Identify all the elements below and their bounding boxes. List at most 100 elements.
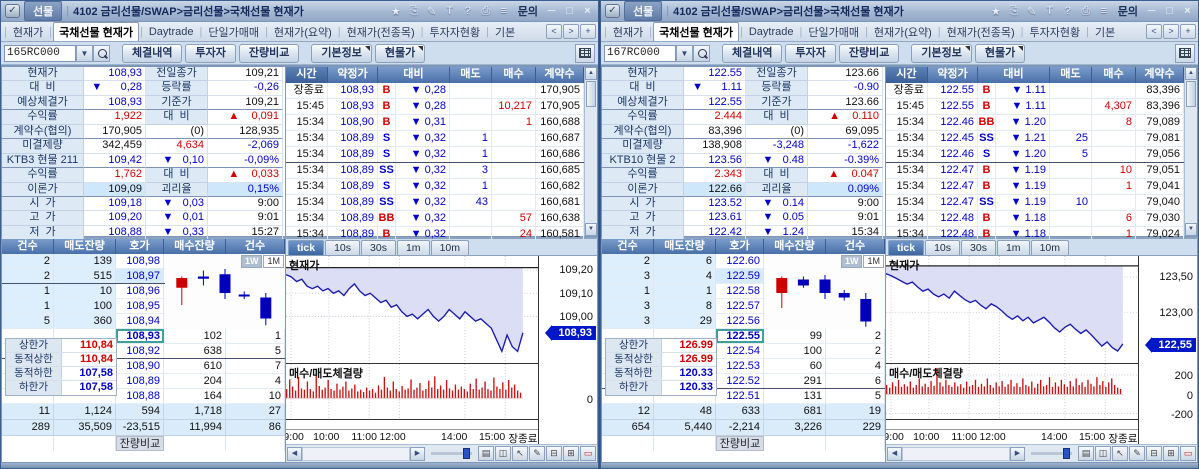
zoom-slider-thumb[interactable] [463,448,470,459]
trade-history-button[interactable]: 체결내역 [122,43,183,63]
list-icon[interactable]: ≡ [1097,5,1111,18]
chart-interval-tab[interactable]: 30s [961,240,996,255]
tab-daytrade[interactable]: Daytrade [744,25,799,39]
tns-row[interactable]: 15:34 122.47 B ▼ 1.19 10 79,051 [886,163,1184,179]
edit-icon[interactable]: ✎ [1025,5,1039,18]
chart-interval-tab[interactable]: 1m [396,240,430,255]
tns-row[interactable]: 15:34 108,89 SS ▼ 0,32 43 160,681 [286,195,584,211]
chart-comment-icon[interactable]: ◫ [1095,446,1111,461]
zoom-out-icon[interactable]: ⊟ [546,446,562,461]
help-icon[interactable]: ? [1061,5,1075,18]
chart-draw-icon[interactable]: ✎ [529,446,545,461]
mini-candle-chart[interactable]: 1W 1M [765,254,885,329]
chart-crosshair-icon[interactable]: ↖ [1112,446,1128,461]
chart-interval-tab[interactable]: 10m [1030,240,1069,255]
tab-all-symbols[interactable]: 현재가(전종목) [342,23,420,41]
tab-daytrade[interactable]: Daytrade [144,25,199,39]
maximize-button[interactable]: □ [563,5,576,17]
tns-row[interactable]: 15:34 122.47 B ▼ 1.19 1 79,041 [886,179,1184,195]
chart-scrollbar[interactable]: ◀ ▶ ▤ ◫ ↖ ✎ ⊟ ⊞ ▭ [886,444,1197,462]
tab-single-price[interactable]: 단일가매매 [803,23,864,41]
favorite-star-icon[interactable]: ★ [989,5,1003,18]
mini-candle-chart[interactable]: 1W 1M [165,254,285,329]
edit-icon[interactable]: ✎ [425,5,439,18]
zoom-in-icon[interactable]: ⊞ [563,446,579,461]
scroll-down-icon[interactable]: ▼ [585,223,597,236]
depth-compare-button[interactable]: 잔량비교 [838,43,900,63]
chart-comment-icon[interactable]: ◫ [495,446,511,461]
help-icon[interactable]: ? [461,5,475,18]
tns-row[interactable]: 15:34 122.47 SS ▼ 1.19 10 79,040 [886,195,1184,211]
volume-chart[interactable]: 매수/매도체결량 [886,364,1138,420]
chart-interval-tab[interactable]: tick [888,240,925,255]
symbol-code-input[interactable] [4,44,76,62]
print-icon[interactable]: ⎙ [479,5,493,18]
close-button[interactable]: × [581,5,594,17]
tab-current-price[interactable]: 현재가 [8,23,48,41]
scroll-thumb[interactable] [586,81,596,107]
tab-all-symbols[interactable]: 현재가(전종목) [942,23,1020,41]
symbol-dropdown-icon[interactable]: ▼ [76,44,93,62]
scroll-right-icon[interactable]: ▶ [1010,446,1025,461]
tab-current-price[interactable]: 현재가 [608,23,648,41]
inquiry-button[interactable]: 문의 [516,3,540,19]
scroll-track[interactable] [902,446,1010,461]
chart-date-icon[interactable]: ▤ [1078,446,1094,461]
search-icon[interactable] [693,44,710,62]
chart-interval-tab[interactable]: 30s [361,240,396,255]
tns-row[interactable]: 15:34 122.48 B ▼ 1.18 6 79,030 [886,211,1184,227]
tns-row[interactable]: 15:34 108,90 B ▼ 0,31 1 160,688 [286,115,584,131]
tab-basic[interactable]: 기본 [490,23,520,41]
chart-crosshair-icon[interactable]: ↖ [512,446,528,461]
depth-compare-label[interactable]: 잔량비교 [116,436,164,451]
tab-scroll-left-button[interactable]: < [1146,24,1162,39]
basic-info-button[interactable]: 기본정보 [311,43,372,63]
futures-menu-button[interactable]: 선물 [24,1,63,21]
inquiry-button[interactable]: 문의 [1116,3,1140,19]
font-icon[interactable]: T [1043,5,1057,18]
tns-row[interactable]: 15:45 122.55 B ▼ 1.11 4,307 83,396 [886,99,1184,115]
title-bar[interactable]: ✓ 선물 | 4102 금리선물/SWAP>금리선물>국채선물 현재가 ★ ⎘ ✎ T… [1,1,598,22]
investor-button[interactable]: 투자자 [785,43,836,63]
price-chart[interactable]: 현재가 [886,256,1138,364]
tab-summary[interactable]: 현재가(요약) [269,23,337,41]
chart-interval-tab[interactable]: 10m [430,240,469,255]
tab-scroll-right-button[interactable]: > [1163,24,1179,39]
tab-summary[interactable]: 현재가(요약) [869,23,937,41]
zoom-slider[interactable] [431,448,472,459]
tns-row[interactable]: 15:34 122.45 SS ▼ 1.21 25 79,081 [886,131,1184,147]
maximize-button[interactable]: □ [1163,5,1176,17]
depth-compare-label[interactable]: 잔량비교 [716,436,764,451]
search-icon[interactable] [93,44,110,62]
scroll-thumb[interactable] [1186,81,1196,107]
spot-price-button[interactable]: 현물가 [974,43,1026,63]
range-1w-button[interactable]: 1W [840,255,863,268]
symbol-dropdown-icon[interactable]: ▼ [676,44,693,62]
spot-price-button[interactable]: 현물가 [374,43,426,63]
trade-history-button[interactable]: 체결내역 [722,43,783,63]
tns-row[interactable]: 15:34 122.46 S ▼ 1.20 5 79,056 [886,147,1184,163]
tab-scroll-right-button[interactable]: > [563,24,579,39]
chart-interval-tab[interactable]: 1m [996,240,1030,255]
tab-add-button[interactable]: + [1180,24,1196,39]
chart-area-icon[interactable]: ▭ [1180,446,1196,461]
tns-scrollbar[interactable]: ▲ ▼ [1184,67,1197,236]
minimize-button[interactable]: ─ [545,5,558,17]
tns-row[interactable]: 15:34 108,89 BB ▼ 0,32 57 160,638 [286,211,584,227]
chart-area-icon[interactable]: ▭ [580,446,596,461]
range-1m-button[interactable]: 1M [863,255,884,268]
price-chart[interactable]: 현재가 [286,256,538,364]
tab-bond-futures-current[interactable]: 국채선물 현재가 [653,22,739,41]
grid-view-button[interactable] [575,43,595,63]
grid-view-button[interactable] [1175,43,1195,63]
scroll-up-icon[interactable]: ▲ [1185,67,1197,80]
font-icon[interactable]: T [443,5,457,18]
tab-single-price[interactable]: 단일가매매 [203,23,264,41]
chart-interval-tab[interactable]: 10s [325,240,361,255]
futures-menu-button[interactable]: 선물 [624,1,663,21]
minimize-button[interactable]: ─ [1145,5,1158,17]
favorite-star-icon[interactable]: ★ [389,5,403,18]
range-1m-button[interactable]: 1M [263,255,284,268]
tns-scrollbar[interactable]: ▲ ▼ [584,67,597,236]
scroll-up-icon[interactable]: ▲ [585,67,597,80]
